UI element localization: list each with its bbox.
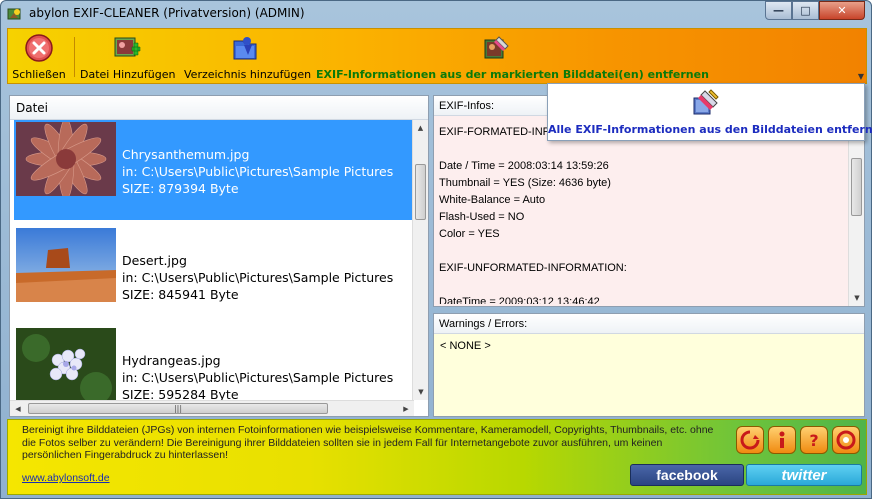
desert-thumbnail [16, 228, 116, 302]
file-size: SIZE: 595284 Byte [122, 387, 239, 400]
website-link[interactable]: www.abylonsoft.de [22, 472, 110, 484]
file-name: Hydrangeas.jpg [122, 353, 221, 368]
file-info: Chrysanthemum.jpg in: C:\Users\Public\Pi… [122, 146, 393, 197]
abylon-update-button[interactable] [736, 426, 764, 454]
hydrangeas-thumbnail [16, 328, 116, 400]
toolbar: Schließen Datei Hinzufügen Verzeichnis h… [7, 28, 867, 84]
remove-exif-label: EXIF-Informationen aus der markierten Bi… [316, 68, 709, 81]
remove-all-exif-label: Alle EXIF-Informationen aus den Bilddate… [548, 123, 872, 136]
minimize-button[interactable]: — [765, 1, 792, 20]
close-button-label: Schließen [12, 68, 66, 81]
window-title: abylon EXIF-CLEANER (Privatversion) (ADM… [29, 6, 305, 20]
add-image-icon [114, 37, 141, 57]
file-name: Desert.jpg [122, 253, 187, 268]
file-list-vertical-scrollbar[interactable]: ▲ ▼ [412, 120, 428, 400]
title-bar: abylon EXIF-CLEANER (Privatversion) (ADM… [1, 1, 871, 27]
add-folder-button[interactable]: Verzeichnis hinzufügen [184, 33, 312, 81]
horizontal-scroll-thumb[interactable]: ||| [28, 403, 328, 414]
file-path: in: C:\Users\Public\Pictures\Sample Pict… [122, 370, 394, 385]
file-path: in: C:\Users\Public\Pictures\Sample Pict… [122, 164, 394, 179]
eraser-pen-icon [693, 89, 719, 115]
close-circle-icon [25, 34, 53, 62]
help-button[interactable]: ? [800, 426, 828, 454]
footer-description: Bereinigt ihre Bilddateien (JPGs) von in… [22, 424, 714, 461]
exif-info-text: EXIF-FORMATED-INFO Date / Time = 2008:03… [439, 126, 627, 304]
support-button[interactable] [832, 426, 860, 454]
remove-exif-icon [484, 36, 509, 59]
file-list: Chrysanthemum.jpg in: C:\Users\Public\Pi… [10, 120, 414, 400]
file-name: Chrysanthemum.jpg [122, 147, 250, 162]
file-list-item[interactable]: Hydrangeas.jpg in: C:\Users\Public\Pictu… [14, 326, 414, 400]
refresh-icon [740, 430, 760, 450]
file-list-horizontal-scrollbar[interactable]: ◀ ||| ▶ [10, 400, 414, 416]
exif-vertical-scrollbar[interactable]: ▲ ▼ [848, 116, 864, 306]
maximize-button[interactable]: □ [792, 1, 819, 20]
add-file-button[interactable]: Datei Hinzufügen [80, 33, 176, 81]
add-folder-icon [233, 37, 257, 60]
minimize-icon: — [773, 4, 784, 17]
info-button[interactable] [768, 426, 796, 454]
app-window: abylon EXIF-CLEANER (Privatversion) (ADM… [0, 0, 872, 499]
lifebuoy-icon [836, 430, 856, 450]
question-icon: ? [809, 431, 818, 450]
close-button[interactable]: Schließen [11, 33, 67, 81]
scroll-right-icon[interactable]: ▶ [398, 401, 414, 417]
twitter-button[interactable]: twitter [746, 464, 862, 486]
add-file-label: Datei Hinzufügen [80, 68, 176, 81]
file-column-header[interactable]: Datei [10, 96, 428, 120]
file-path: in: C:\Users\Public\Pictures\Sample Pict… [122, 270, 394, 285]
window-controls: — □ ✕ [765, 1, 865, 21]
scroll-down-icon[interactable]: ▼ [413, 384, 429, 400]
file-list-item[interactable]: Desert.jpg in: C:\Users\Public\Pictures\… [14, 226, 414, 326]
remove-all-exif-menu: Alle EXIF-Informationen aus den Bilddate… [547, 83, 872, 141]
add-folder-label: Verzeichnis hinzufügen [184, 68, 312, 81]
scroll-down-icon[interactable]: ▼ [849, 290, 865, 306]
scroll-thumb[interactable] [415, 164, 426, 220]
warnings-panel: Warnings / Errors: < NONE > [433, 313, 865, 417]
file-info: Desert.jpg in: C:\Users\Public\Pictures\… [122, 252, 393, 303]
toolbar-separator [74, 37, 75, 77]
info-icon [779, 431, 785, 448]
svg-text:?: ? [809, 431, 818, 450]
scroll-up-icon[interactable]: ▲ [413, 120, 428, 136]
remove-all-exif-menu-item[interactable]: Alle EXIF-Informationen aus den Bilddate… [548, 84, 872, 136]
file-size: SIZE: 845941 Byte [122, 287, 239, 302]
remove-exif-button[interactable]: EXIF-Informationen aus der markierten Bi… [316, 33, 709, 81]
warnings-header: Warnings / Errors: [434, 314, 864, 334]
file-list-item[interactable]: Chrysanthemum.jpg in: C:\Users\Public\Pi… [14, 120, 414, 220]
close-window-button[interactable]: ✕ [819, 1, 865, 20]
scroll-left-icon[interactable]: ◀ [10, 401, 26, 417]
chevron-down-icon[interactable]: ▼ [858, 72, 864, 81]
footer: Bereinigt ihre Bilddateien (JPGs) von in… [7, 419, 867, 495]
file-size: SIZE: 879394 Byte [122, 181, 239, 196]
file-list-panel: Datei Chrysanthemum.jpg in: C:\Users\Pub… [9, 95, 429, 417]
scroll-thumb[interactable] [851, 158, 862, 216]
close-icon: ✕ [837, 4, 847, 17]
chrysanthemum-thumbnail [16, 122, 116, 196]
maximize-icon: □ [800, 4, 811, 17]
app-icon [7, 8, 21, 20]
warnings-text: < NONE > [440, 340, 491, 352]
facebook-button[interactable]: facebook [630, 464, 744, 486]
file-info: Hydrangeas.jpg in: C:\Users\Public\Pictu… [122, 352, 393, 400]
